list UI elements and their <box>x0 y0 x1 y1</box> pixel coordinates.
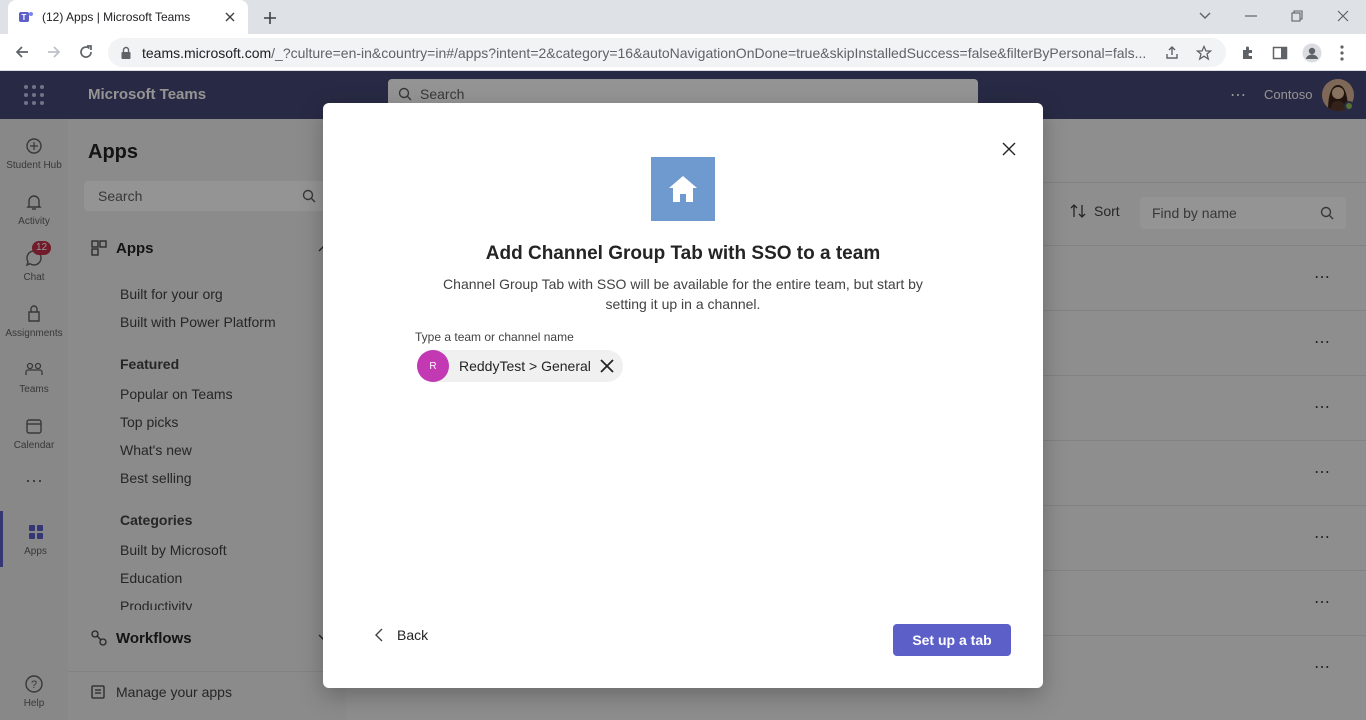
back-arrow-icon[interactable] <box>12 42 32 62</box>
profile-icon[interactable] <box>1301 42 1323 64</box>
close-icon[interactable] <box>999 139 1019 159</box>
lock-icon[interactable] <box>120 46 132 60</box>
team-channel-field-label: Type a team or channel name <box>415 330 574 344</box>
bookmark-star-icon[interactable] <box>1194 43 1214 63</box>
tab-search-icon[interactable] <box>1195 6 1215 26</box>
set-up-tab-button[interactable]: Set up a tab <box>893 624 1011 656</box>
tab-close-icon[interactable] <box>222 9 238 25</box>
back-button[interactable]: Back <box>375 627 428 643</box>
address-bar[interactable]: teams.microsoft.com/_?culture=en-in&coun… <box>108 38 1226 67</box>
selected-channel-text: ReddyTest > General <box>459 358 591 374</box>
share-icon[interactable] <box>1162 43 1182 63</box>
teams-favicon-icon: T <box>18 9 34 25</box>
dialog-description: Channel Group Tab with SSO will be avail… <box>443 276 923 312</box>
selected-channel-chip[interactable]: R ReddyTest > General <box>417 350 623 382</box>
chevron-left-icon <box>375 628 383 642</box>
url-domain: teams.microsoft.com <box>142 44 272 61</box>
browser-tab[interactable]: T (12) Apps | Microsoft Teams <box>8 0 248 34</box>
browser-tab-bar: T (12) Apps | Microsoft Teams <box>0 0 1366 34</box>
browser-toolbar: teams.microsoft.com/_?culture=en-in&coun… <box>0 34 1366 71</box>
back-label: Back <box>397 627 429 643</box>
url-path: /_?culture=en-in&country=in#/apps?intent… <box>271 44 1147 61</box>
extensions-icon[interactable] <box>1237 42 1259 64</box>
url-text: teams.microsoft.com/_?culture=en-in&coun… <box>142 45 1150 61</box>
dialog-title: Add Channel Group Tab with SSO to a team <box>485 243 881 264</box>
minimize-icon[interactable] <box>1241 6 1261 26</box>
team-avatar: R <box>417 350 449 382</box>
app-tile <box>651 157 715 221</box>
new-tab-icon[interactable] <box>260 8 280 28</box>
browser-menu-icon[interactable] <box>1331 42 1353 64</box>
remove-chip-icon[interactable] <box>599 358 615 374</box>
home-icon <box>667 174 699 204</box>
side-panel-icon[interactable] <box>1269 42 1291 64</box>
add-to-team-dialog: Add Channel Group Tab with SSO to a team… <box>323 103 1043 688</box>
restore-icon[interactable] <box>1287 6 1307 26</box>
close-window-icon[interactable] <box>1333 6 1353 26</box>
tab-title: (12) Apps | Microsoft Teams <box>42 10 191 24</box>
svg-text:T: T <box>22 13 27 22</box>
forward-arrow-icon[interactable] <box>44 42 64 62</box>
reload-icon[interactable] <box>76 42 96 62</box>
